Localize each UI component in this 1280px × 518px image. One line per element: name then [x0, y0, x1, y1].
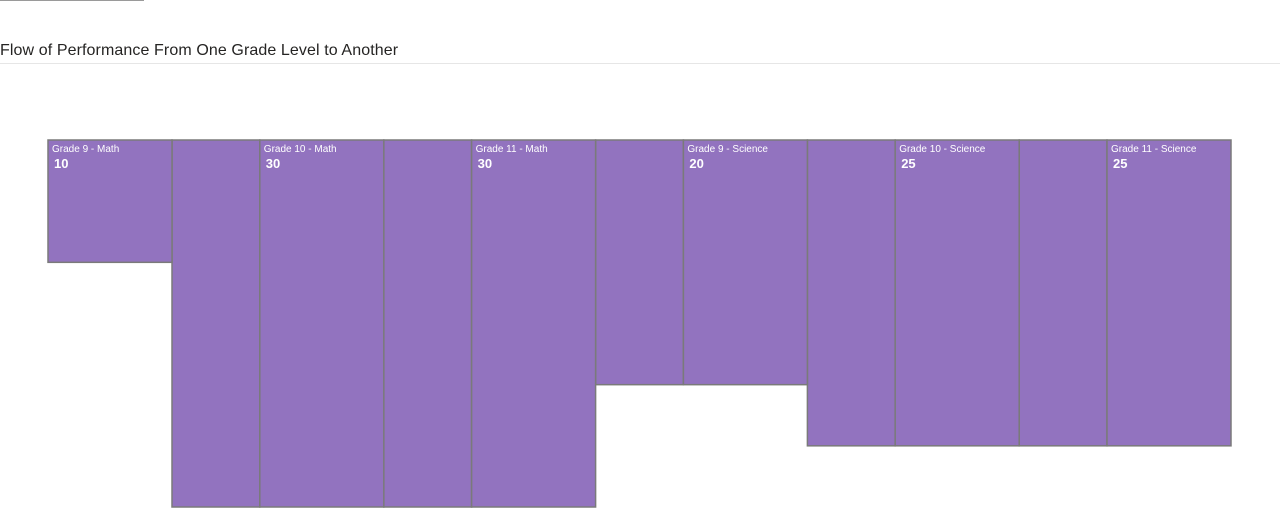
- bar-6[interactable]: [1106, 139, 1232, 447]
- data-label: 10: [54, 156, 68, 171]
- category-label: Grade 9 - Science: [687, 144, 768, 155]
- data-label: 25: [1113, 156, 1127, 171]
- data-label: 30: [266, 156, 280, 171]
- bar-4[interactable]: [682, 139, 809, 386]
- ribbon-5[interactable]: [1018, 139, 1108, 447]
- ribbon-4[interactable]: [806, 139, 896, 447]
- ribbon-chart: Grade 9 - Math10Grade 10 - Math30Grade 1…: [47, 139, 1232, 508]
- ribbon-3[interactable]: [594, 139, 685, 386]
- category-label: Grade 10 - Science: [899, 144, 986, 155]
- ribbon-2[interactable]: [383, 139, 473, 508]
- category-label: Grade 9 - Math: [52, 144, 119, 155]
- category-label: Grade 10 - Math: [264, 144, 337, 155]
- category-label: Grade 11 - Math: [476, 144, 548, 155]
- bar-3[interactable]: [470, 139, 597, 508]
- bar-2[interactable]: [259, 139, 385, 508]
- bar-5[interactable]: [894, 139, 1020, 447]
- data-label: 30: [478, 156, 492, 171]
- ribbon-1[interactable]: [171, 139, 261, 508]
- data-label: 25: [901, 156, 915, 171]
- category-label: Grade 11 - Science: [1111, 144, 1197, 155]
- data-label: 20: [689, 156, 703, 171]
